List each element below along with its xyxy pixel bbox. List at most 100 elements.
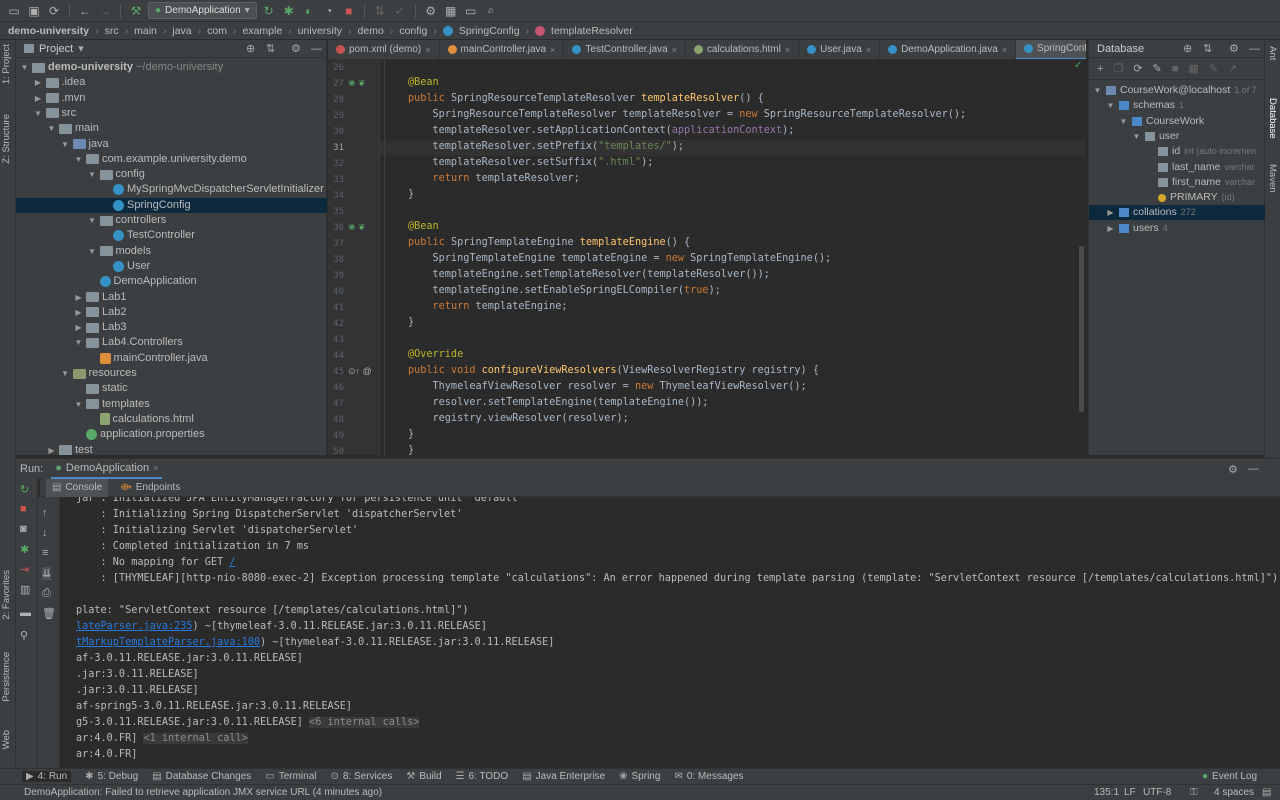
- breadcrumb-item[interactable]: SpringConfig: [459, 25, 520, 37]
- tool-window-button[interactable]: ▤ Database Changes: [152, 771, 251, 782]
- refresh-icon[interactable]: ⟳: [1133, 62, 1142, 75]
- tree-node[interactable]: ▼ demo-university ~/demo-university: [20, 60, 224, 75]
- presentation-icon[interactable]: ▭: [463, 3, 479, 19]
- layout-icon[interactable]: ▬: [20, 607, 31, 619]
- project-panel-title[interactable]: Project: [39, 43, 73, 55]
- minimize-icon[interactable]: —: [1248, 463, 1259, 475]
- expanded-arrow-icon[interactable]: ▼: [61, 137, 70, 152]
- database-panel-title[interactable]: Database: [1097, 43, 1144, 55]
- editor-tab[interactable]: TestController.java ×: [564, 40, 686, 59]
- save-all-icon[interactable]: ▣: [26, 3, 42, 19]
- tree-node[interactable]: ▼ src: [34, 106, 76, 121]
- db-tree-node[interactable]: ▼ CourseWork: [1119, 114, 1205, 129]
- breadcrumb-item[interactable]: university: [298, 25, 342, 37]
- tab-endpoints[interactable]: ⟴ Endpoints: [120, 482, 180, 493]
- search-everywhere-icon[interactable]: ⌕: [483, 3, 499, 19]
- collapsed-arrow-icon[interactable]: ▶: [1106, 221, 1115, 236]
- close-icon[interactable]: ×: [866, 45, 871, 55]
- ant-tool-button[interactable]: Ant: [1267, 46, 1278, 60]
- open-folder-icon[interactable]: ▭: [6, 3, 22, 19]
- close-icon[interactable]: ×: [1002, 45, 1007, 55]
- db-tree-node[interactable]: PRIMARY (id): [1145, 190, 1235, 205]
- tree-node[interactable]: MySpringMvcDispatcherServletInitializer: [101, 182, 324, 197]
- scroll-to-end-icon[interactable]: ⇊: [42, 567, 52, 580]
- run-configuration-selector[interactable]: ● DemoApplication ▾: [148, 2, 257, 19]
- database-tool-button[interactable]: Database: [1267, 98, 1278, 139]
- db-tree-node[interactable]: id int (auto incremen: [1145, 144, 1256, 159]
- vcs-commit-icon[interactable]: ✓: [392, 3, 408, 19]
- collapse-icon[interactable]: ⇅: [266, 42, 275, 55]
- db-tree-node[interactable]: ▶ users 4: [1106, 221, 1167, 236]
- coverage-icon[interactable]: ◐: [301, 3, 317, 19]
- vcs-update-icon[interactable]: ⇅: [372, 3, 388, 19]
- breadcrumb-item[interactable]: java: [172, 25, 191, 37]
- tool-window-button[interactable]: ❀ Spring: [619, 771, 660, 782]
- tree-node[interactable]: mainController.java: [88, 351, 208, 366]
- web-tool-button[interactable]: Web: [1, 730, 12, 749]
- collapsed-arrow-icon[interactable]: ▶: [34, 75, 43, 90]
- structure-tool-button[interactable]: Z: Structure: [1, 114, 12, 164]
- tree-node[interactable]: ▼ com.example.university.demo: [74, 152, 247, 167]
- breadcrumb-item[interactable]: templateResolver: [551, 25, 633, 37]
- gear-icon[interactable]: ⚙: [291, 42, 301, 55]
- expanded-arrow-icon[interactable]: ▼: [34, 106, 43, 121]
- editor-tab[interactable]: SpringConfig.java×: [1016, 40, 1086, 59]
- gear-icon[interactable]: ⚙: [1229, 42, 1239, 55]
- debug-icon[interactable]: ✱: [20, 543, 29, 556]
- file-encoding[interactable]: UTF-8: [1143, 787, 1171, 798]
- collapsed-arrow-icon[interactable]: ▶: [1106, 205, 1115, 220]
- locate-icon[interactable]: ⊕: [246, 42, 255, 55]
- db-tree-node[interactable]: ▼ CourseWork@localhost 1 of 7: [1093, 83, 1257, 98]
- tree-node[interactable]: User: [101, 259, 150, 274]
- stop-icon[interactable]: ■: [1172, 63, 1179, 75]
- soft-wrap-icon[interactable]: ≡: [42, 547, 48, 559]
- db-tree-node[interactable]: ▼ schemas 1: [1106, 98, 1185, 113]
- status-message[interactable]: DemoApplication: Failed to retrieve appl…: [24, 787, 382, 798]
- db-tree-node[interactable]: ▶ collations 272: [1089, 205, 1265, 221]
- tool-window-button[interactable]: ☰ 6: TODO: [456, 771, 509, 782]
- tree-node[interactable]: ▼ models: [88, 244, 151, 259]
- persistence-tool-button[interactable]: Persistence: [1, 652, 12, 702]
- tree-node[interactable]: ▶ .mvn: [34, 91, 85, 106]
- expanded-arrow-icon[interactable]: ▼: [47, 121, 56, 136]
- tree-node[interactable]: ▼ config: [88, 167, 145, 182]
- camera-icon[interactable]: ◙: [20, 523, 27, 535]
- favorites-tool-button[interactable]: 2: Favorites: [1, 570, 12, 620]
- tree-node[interactable]: ▼ controllers: [88, 213, 166, 228]
- rerun-icon[interactable]: ↻: [20, 483, 29, 496]
- collapsed-arrow-icon[interactable]: ▶: [74, 320, 83, 335]
- project-tool-button[interactable]: 1: Project: [1, 44, 12, 84]
- editor-tab[interactable]: calculations.html ×: [686, 40, 800, 59]
- collapsed-arrow-icon[interactable]: ▶: [47, 443, 56, 458]
- tree-node[interactable]: SpringConfig: [16, 197, 327, 213]
- run-config-tab[interactable]: ● DemoApplication ×: [51, 459, 163, 479]
- collapse-icon[interactable]: ⇅: [1203, 42, 1212, 55]
- close-icon[interactable]: ×: [672, 45, 677, 55]
- tree-node[interactable]: ▼ templates: [74, 397, 150, 412]
- edit-icon[interactable]: ✎: [1209, 62, 1218, 75]
- event-log-button[interactable]: ● Event Log: [1202, 771, 1257, 782]
- forward-icon[interactable]: →: [97, 3, 113, 19]
- editor-scrollbar[interactable]: [1079, 246, 1084, 412]
- spring-bean-icon[interactable]: ❀ ❦: [348, 222, 366, 233]
- tree-node[interactable]: ▶ Lab3: [74, 320, 126, 335]
- jump-icon[interactable]: ↗: [1228, 62, 1237, 75]
- maven-tool-button[interactable]: Maven: [1267, 164, 1278, 193]
- tool-window-button[interactable]: ▭ Terminal: [265, 771, 316, 782]
- tab-console[interactable]: ▤ Console: [46, 478, 109, 497]
- profile-icon[interactable]: ◔: [321, 3, 337, 19]
- trash-icon[interactable]: 🗑: [42, 607, 56, 620]
- breadcrumb-item[interactable]: config: [399, 25, 427, 37]
- expanded-arrow-icon[interactable]: ▼: [88, 167, 97, 182]
- tool-window-button[interactable]: ▤ Java Enterprise: [522, 771, 605, 782]
- down-icon[interactable]: ↓: [42, 527, 48, 539]
- editor-tab[interactable]: User.java ×: [799, 40, 881, 59]
- tool-window-button[interactable]: ▶ 4: Run: [22, 771, 72, 782]
- tool-window-button[interactable]: ⊙ 8: Services: [330, 771, 392, 782]
- minimize-icon[interactable]: —: [311, 43, 322, 55]
- expanded-arrow-icon[interactable]: ▼: [1106, 98, 1115, 113]
- collapsed-arrow-icon[interactable]: ▶: [34, 91, 43, 106]
- expanded-arrow-icon[interactable]: ▼: [88, 213, 97, 228]
- breadcrumb-item[interactable]: demo-university: [8, 25, 89, 37]
- breadcrumb-item[interactable]: demo: [358, 25, 384, 37]
